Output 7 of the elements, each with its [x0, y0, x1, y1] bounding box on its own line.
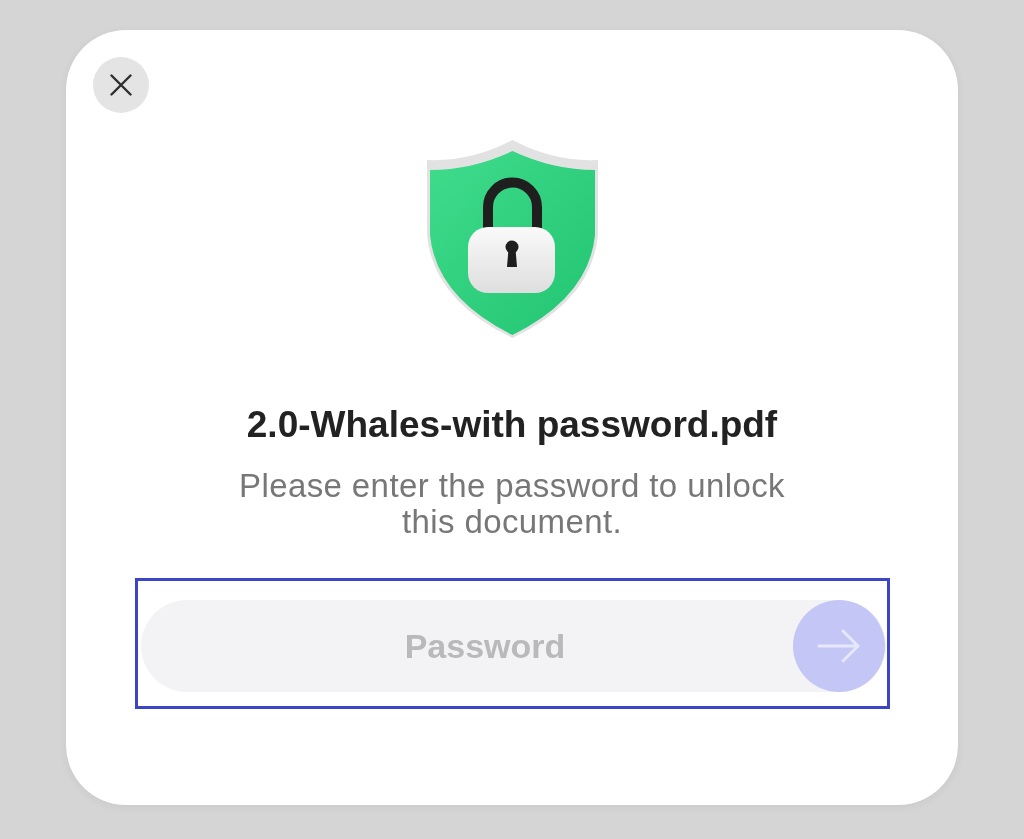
close-button[interactable] — [93, 57, 149, 113]
document-title: 2.0-Whales-with password.pdf — [246, 405, 778, 445]
shield-lock-icon — [426, 140, 598, 338]
unlock-message: Please enter the password to unlock this document. — [238, 468, 786, 540]
password-field[interactable]: Password — [140, 600, 886, 692]
arrow-right-icon — [816, 629, 861, 663]
close-icon — [110, 74, 132, 96]
